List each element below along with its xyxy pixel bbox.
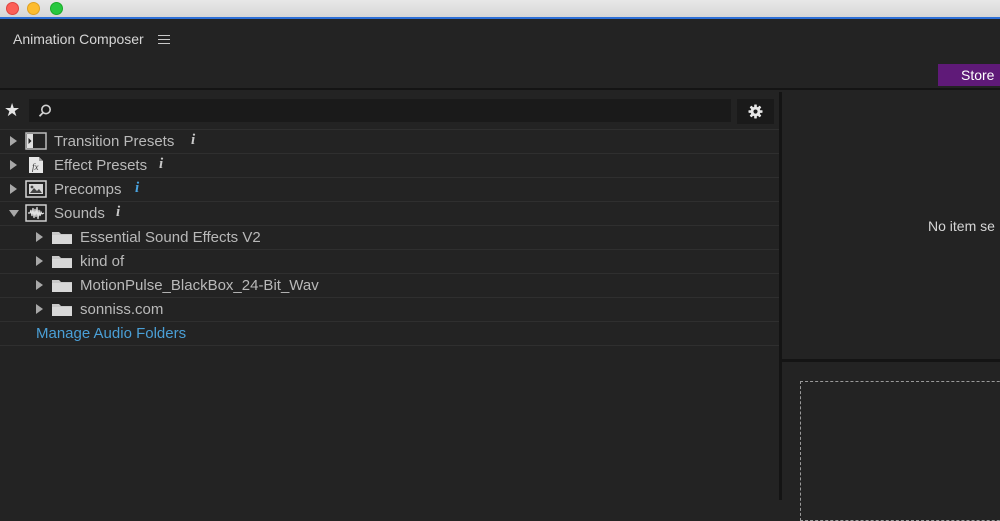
search-icon — [38, 104, 51, 117]
folder-icon — [52, 256, 72, 268]
expand-arrow-icon[interactable] — [36, 256, 43, 266]
panel-header: Animation Composer Store — [0, 20, 1000, 90]
tree-item-precomps[interactable]: Precomps i — [0, 178, 779, 202]
folder-item[interactable]: Essential Sound Effects V2 — [0, 226, 779, 250]
library-pane: ★ Transition Presets i fx Effect Presets… — [0, 92, 780, 500]
expand-arrow-icon[interactable] — [36, 232, 43, 242]
window-maximize-button[interactable] — [50, 2, 63, 15]
info-icon[interactable]: i — [116, 204, 120, 221]
sound-wave-icon — [25, 204, 47, 222]
expand-arrow-icon[interactable] — [36, 280, 43, 290]
search-bar: ★ — [0, 92, 780, 129]
folder-label: Essential Sound Effects V2 — [80, 229, 261, 246]
tree-item-label: Sounds — [54, 205, 105, 222]
store-button[interactable]: Store — [938, 64, 1000, 86]
tree-item-label: Effect Presets — [54, 157, 148, 174]
collapse-arrow-icon[interactable] — [9, 210, 19, 217]
folder-item[interactable]: sonniss.com — [0, 298, 779, 322]
window-close-button[interactable] — [6, 2, 19, 15]
svg-text:fx: fx — [32, 162, 39, 172]
panel-title: Animation Composer — [13, 31, 144, 47]
folder-label: kind of — [80, 253, 125, 270]
expand-arrow-icon[interactable] — [10, 136, 17, 146]
manage-audio-folders-label[interactable]: Manage Audio Folders — [36, 325, 186, 342]
tree-item-label: Transition Presets — [54, 133, 175, 150]
empty-selection-text: No item se — [928, 218, 995, 234]
preview-splitter[interactable] — [782, 359, 1000, 362]
window-title-bar — [0, 0, 1000, 19]
transition-preset-icon — [25, 132, 47, 150]
info-icon[interactable]: i — [191, 132, 195, 149]
expand-arrow-icon[interactable] — [36, 304, 43, 314]
precomp-icon — [25, 180, 47, 198]
library-tree: Transition Presets i fx Effect Presets i… — [0, 129, 779, 346]
info-icon[interactable]: i — [159, 156, 163, 173]
expand-arrow-icon[interactable] — [10, 160, 17, 170]
preview-pane: No item se — [782, 92, 1000, 521]
folder-item[interactable]: MotionPulse_BlackBox_24-Bit_Wav — [0, 274, 779, 298]
gear-icon — [748, 104, 763, 119]
window-minimize-button[interactable] — [27, 2, 40, 15]
folder-icon — [52, 280, 72, 292]
tree-item-label: Precomps — [54, 181, 122, 198]
effect-preset-icon: fx — [29, 157, 43, 173]
folder-item[interactable]: kind of — [0, 250, 779, 274]
folder-label: sonniss.com — [80, 301, 164, 318]
tree-item-transition-presets[interactable]: Transition Presets i — [0, 129, 779, 154]
manage-audio-folders-link[interactable]: Manage Audio Folders — [0, 322, 779, 346]
tree-item-effect-presets[interactable]: fx Effect Presets i — [0, 154, 779, 178]
search-field[interactable] — [29, 99, 731, 122]
info-icon[interactable]: i — [135, 180, 139, 197]
folder-label: MotionPulse_BlackBox_24-Bit_Wav — [80, 277, 319, 294]
hamburger-menu-icon[interactable] — [158, 32, 170, 46]
search-input[interactable] — [56, 101, 730, 122]
drop-zone[interactable] — [800, 381, 1000, 521]
settings-button[interactable] — [737, 99, 774, 124]
folder-icon — [52, 304, 72, 316]
star-icon[interactable]: ★ — [4, 100, 20, 120]
folder-icon — [52, 232, 72, 244]
expand-arrow-icon[interactable] — [10, 184, 17, 194]
tree-item-sounds[interactable]: Sounds i — [0, 202, 779, 226]
